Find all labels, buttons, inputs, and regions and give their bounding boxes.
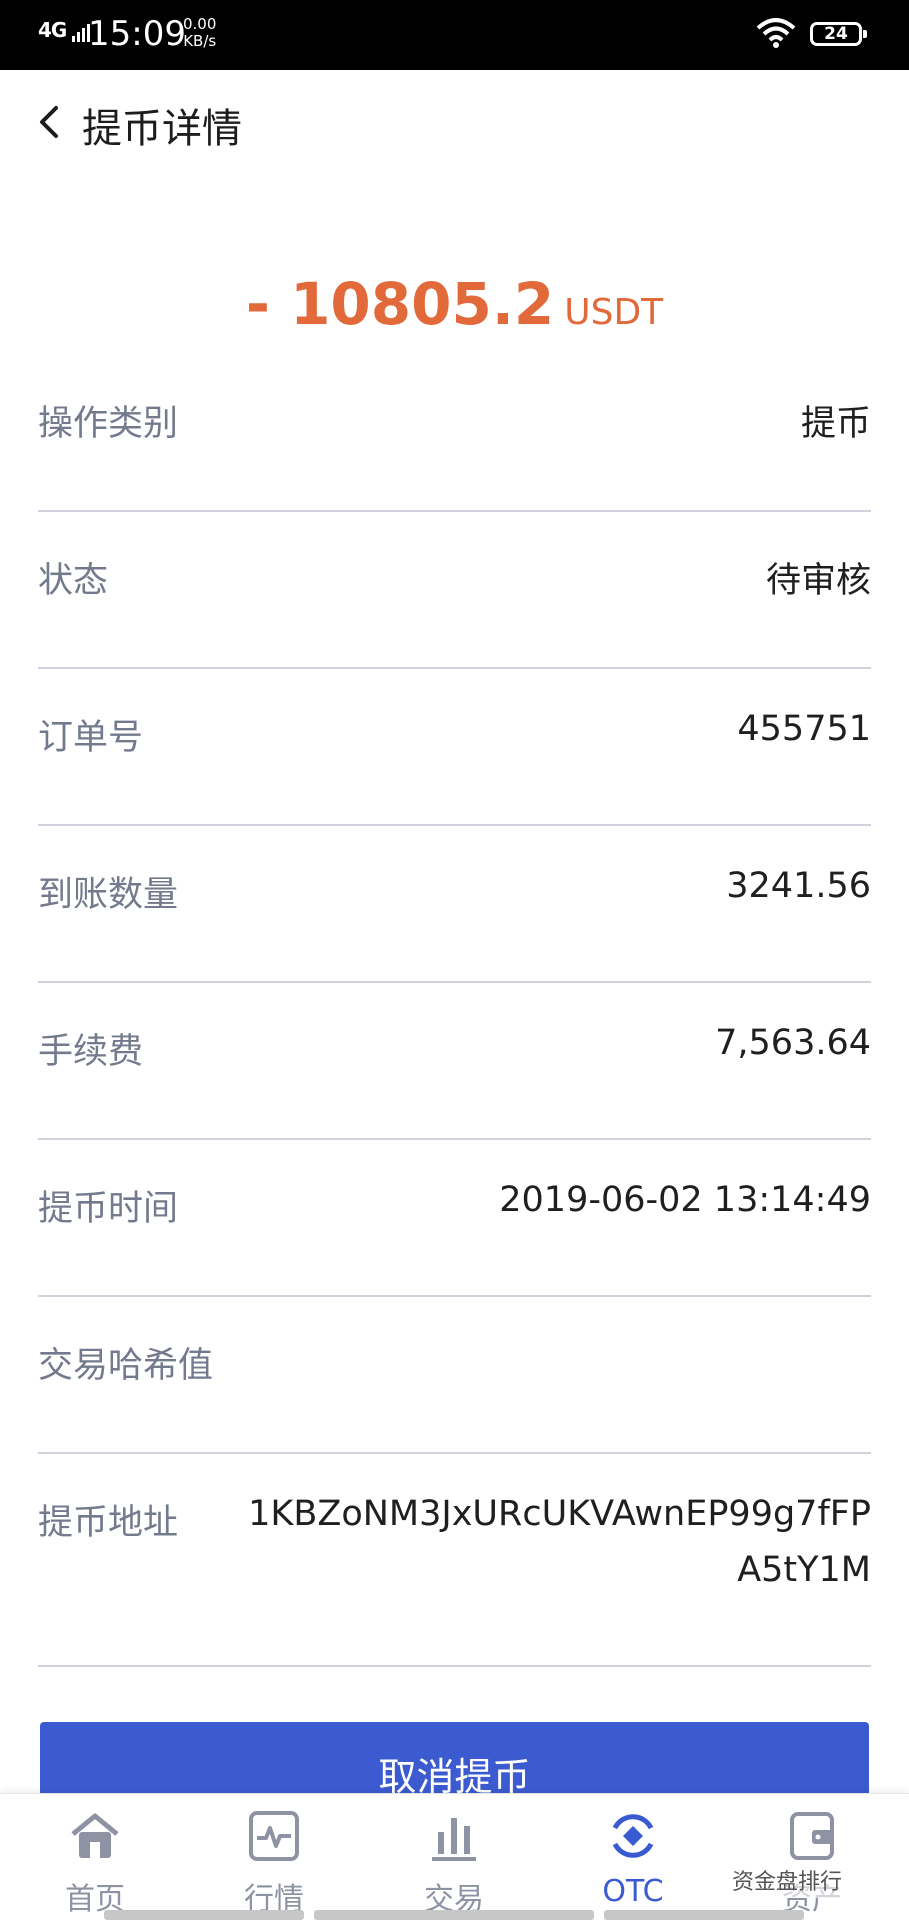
status-bar: 4G 15:09 0.00 KB/s 24 bbox=[0, 0, 909, 70]
row-value: 1KBZoNM3JxURcUKVAwnEP99g7fFPA5tY1M bbox=[248, 1494, 871, 1590]
market-chart-icon bbox=[249, 1811, 299, 1861]
row-label: 到账数量 bbox=[38, 875, 179, 915]
home-icon bbox=[71, 1813, 119, 1858]
row-order-number: 订单号 455751 bbox=[38, 669, 871, 826]
tab-trade[interactable]: 交易 bbox=[379, 1794, 529, 1921]
detail-list: 操作类别 提币 状态 待审核 订单号 455751 到账数量 3241.56 手… bbox=[38, 355, 871, 1667]
row-label: 操作类别 bbox=[38, 404, 179, 444]
tab-otc[interactable]: OTC bbox=[558, 1794, 708, 1921]
row-withdraw-time: 提币时间 2019-06-02 13:14:49 bbox=[38, 1140, 871, 1297]
withdraw-amount: - 10805.2 USDT bbox=[0, 270, 909, 338]
clock: 15:09 bbox=[88, 14, 186, 54]
row-status: 状态 待审核 bbox=[38, 512, 871, 669]
amount-unit: USDT bbox=[564, 292, 664, 333]
row-received-amount: 到账数量 3241.56 bbox=[38, 826, 871, 983]
network-type: 4G bbox=[38, 18, 67, 42]
row-withdraw-address: 提币地址 1KBZoNM3JxURcUKVAwnEP99g7fFPA5tY1M bbox=[38, 1454, 871, 1667]
page-title: 提币详情 bbox=[82, 106, 242, 152]
tab-label: OTC bbox=[602, 1874, 664, 1909]
row-label: 提币地址 bbox=[38, 1503, 179, 1543]
row-operation-type: 操作类别 提币 bbox=[38, 355, 871, 512]
row-label: 状态 bbox=[38, 561, 109, 601]
tab-home[interactable]: 首页 bbox=[20, 1794, 170, 1921]
gesture-bar bbox=[314, 1910, 594, 1920]
row-value: 7,563.64 bbox=[715, 1023, 871, 1063]
otc-icon bbox=[612, 1814, 654, 1858]
wifi-icon bbox=[756, 18, 796, 48]
row-value: 2019-06-02 13:14:49 bbox=[499, 1180, 871, 1220]
row-label: 订单号 bbox=[38, 718, 144, 758]
row-label: 提币时间 bbox=[38, 1189, 179, 1229]
watermark: 资金盘排行 bbox=[728, 1862, 847, 1898]
row-tx-hash: 交易哈希值 bbox=[38, 1297, 871, 1454]
bottom-tab-bar: 首页 行情 交易 OTC 资产 bbox=[0, 1793, 909, 1921]
cellular-signal-icon: 4G bbox=[38, 18, 92, 42]
network-speed: 0.00 KB/s bbox=[183, 15, 217, 50]
tab-assets[interactable]: 资产 bbox=[737, 1794, 887, 1921]
gesture-bar bbox=[104, 1910, 304, 1920]
row-value: 提币 bbox=[800, 404, 871, 444]
row-label: 交易哈希值 bbox=[38, 1346, 214, 1386]
row-fee: 手续费 7,563.64 bbox=[38, 983, 871, 1140]
row-value: 3241.56 bbox=[726, 866, 871, 906]
bar-chart-icon bbox=[432, 1818, 476, 1861]
amount-value: - 10805.2 bbox=[245, 270, 555, 338]
gesture-bar bbox=[604, 1910, 804, 1920]
battery-icon: 24 bbox=[810, 22, 867, 46]
row-value: 待审核 bbox=[765, 561, 871, 601]
wallet-icon bbox=[790, 1812, 834, 1860]
back-button[interactable] bbox=[34, 102, 64, 142]
row-value: 455751 bbox=[737, 709, 871, 749]
tab-market[interactable]: 行情 bbox=[199, 1794, 349, 1921]
row-label: 手续费 bbox=[38, 1032, 144, 1072]
